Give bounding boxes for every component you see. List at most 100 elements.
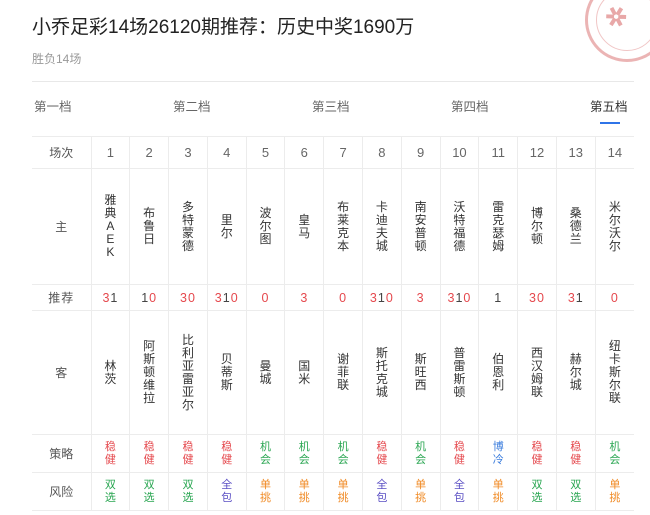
risk-tag: 全包	[376, 478, 388, 504]
strategy-tag: 机会	[337, 440, 349, 466]
tab-tier-3[interactable]: 第三档	[312, 96, 350, 115]
away-team-name: 伯恩利	[492, 352, 505, 392]
recommendation-digit: 0	[187, 290, 196, 305]
row-away-team: 客 林茨 阿斯顿维拉 比利亚雷亚尔 贝蒂斯 曼城 国米 谢菲联 斯托克城 斯旺西 普雷斯顿 伯恩利 西…	[32, 310, 634, 435]
home-team-cell: 博尔顿	[517, 168, 557, 285]
home-team-cell: 布莱克本	[323, 168, 363, 285]
strategy-cell: 机会	[245, 434, 286, 473]
recommendation-digit: 3	[416, 290, 425, 305]
home-team-cell: 沃特福德	[439, 168, 480, 285]
risk-tag: 单挑	[415, 478, 427, 504]
strategy-tag: 稳健	[376, 440, 388, 466]
risk-tag: 单挑	[260, 478, 272, 504]
tab-tier-1[interactable]: 第一档	[34, 96, 72, 115]
away-team-name: 贝蒂斯	[220, 352, 233, 392]
row-home-team: 主 雅典AEK 布鲁日 多特蒙德 里尔 波尔图 皇马 布莱克本 卡迪夫城 南安普顿 沃特福德 雷克瑟…	[32, 168, 634, 285]
match-number: 13	[555, 136, 596, 169]
home-team-name: 卡迪夫城	[375, 199, 388, 253]
away-team-name: 林茨	[104, 358, 117, 386]
recommendation-digit: 0	[463, 290, 472, 305]
recommendation-cell: 310	[439, 284, 480, 311]
risk-cell: 单挑	[400, 472, 441, 511]
seal-stamp-icon: ✲	[585, 0, 650, 62]
match-number: 9	[400, 136, 441, 169]
away-team-name: 谢菲联	[337, 352, 350, 392]
risk-tag: 全包	[453, 478, 465, 504]
home-team-name: 沃特福德	[453, 199, 466, 253]
strategy-cell: 机会	[400, 434, 441, 473]
recommendation-digit: 3	[214, 290, 223, 305]
risk-tag: 单挑	[609, 478, 621, 504]
tab-tier-2[interactable]: 第二档	[173, 96, 211, 115]
home-team-name: 多特蒙德	[181, 199, 194, 253]
away-team-name: 阿斯顿维拉	[143, 339, 156, 405]
away-team-name: 比利亚雷亚尔	[181, 332, 194, 412]
risk-tag: 全包	[221, 478, 233, 504]
strategy-tag: 稳健	[182, 440, 194, 466]
strategy-cell: 稳健	[555, 434, 596, 473]
match-number: 4	[206, 136, 247, 169]
recommendation-digit: 1	[494, 290, 503, 305]
row-label-num: 场次	[32, 136, 92, 169]
strategy-cell: 稳健	[129, 434, 170, 473]
recommendation-cell: 1	[478, 284, 519, 311]
away-team-cell: 普雷斯顿	[439, 310, 480, 435]
row-label-away: 客	[32, 310, 92, 435]
strategy-cell: 机会	[323, 434, 363, 473]
recommendation-digit: 1	[110, 290, 119, 305]
risk-cell: 全包	[361, 472, 402, 511]
row-label-strategy: 策略	[32, 434, 92, 473]
risk-cell: 双选	[168, 472, 208, 511]
tab-tier-5[interactable]: 第五档	[590, 96, 628, 115]
recommendation-digit: 3	[567, 290, 576, 305]
home-team-name: 博尔顿	[530, 206, 543, 246]
row-match-number: 场次 1 2 3 4 5 6 7 8 9 10 11 12 13 14	[32, 136, 634, 169]
home-team-name: 米尔沃尔	[608, 199, 621, 253]
away-team-cell: 曼城	[245, 310, 286, 435]
match-number: 10	[439, 136, 480, 169]
recommendation-digit: 3	[300, 290, 309, 305]
risk-tag: 双选	[531, 478, 543, 504]
strategy-tag: 机会	[415, 440, 427, 466]
match-number: 1	[90, 136, 131, 169]
risk-tag: 双选	[143, 478, 155, 504]
away-team-cell: 林茨	[90, 310, 131, 435]
page-title: 小乔足彩14场26120期推荐：历史中奖1690万	[32, 17, 415, 38]
away-team-cell: 斯托克城	[361, 310, 402, 435]
risk-tag: 双选	[570, 478, 582, 504]
recommendation-digit: 3	[369, 290, 378, 305]
home-team-cell: 米尔沃尔	[594, 168, 634, 285]
risk-tag: 双选	[104, 478, 116, 504]
recommendation-digit: 0	[385, 290, 394, 305]
strategy-cell: 机会	[594, 434, 634, 473]
home-team-name: 波尔图	[259, 206, 272, 246]
away-team-name: 纽卡斯尔联	[608, 339, 621, 405]
away-team-cell: 国米	[284, 310, 325, 435]
home-team-name: 雅典AEK	[104, 193, 117, 259]
home-team-name: 里尔	[220, 212, 233, 240]
match-number: 2	[129, 136, 170, 169]
recommendation-digit: 1	[377, 290, 386, 305]
recommendation-cell: 0	[594, 284, 634, 311]
recommendation-digit: 0	[610, 290, 619, 305]
away-team-cell: 赫尔城	[555, 310, 596, 435]
recommendation-cell: 3	[400, 284, 441, 311]
strategy-cell: 稳健	[206, 434, 247, 473]
away-team-name: 西汉姆联	[530, 345, 543, 399]
recommendation-cell: 310	[361, 284, 402, 311]
risk-cell: 单挑	[478, 472, 519, 511]
away-team-cell: 斯旺西	[400, 310, 441, 435]
home-team-cell: 布鲁日	[129, 168, 170, 285]
strategy-tag: 稳健	[570, 440, 582, 466]
strategy-tag: 稳健	[104, 440, 116, 466]
recommendation-cell: 30	[168, 284, 208, 311]
strategy-cell: 机会	[284, 434, 325, 473]
strategy-cell: 稳健	[517, 434, 557, 473]
home-team-name: 桑德兰	[569, 206, 582, 246]
away-team-cell: 谢菲联	[323, 310, 363, 435]
tab-tier-4[interactable]: 第四档	[451, 96, 489, 115]
strategy-cell: 稳健	[90, 434, 131, 473]
match-number: 7	[323, 136, 363, 169]
row-label-home: 主	[32, 168, 92, 285]
home-team-cell: 雷克瑟姆	[478, 168, 519, 285]
